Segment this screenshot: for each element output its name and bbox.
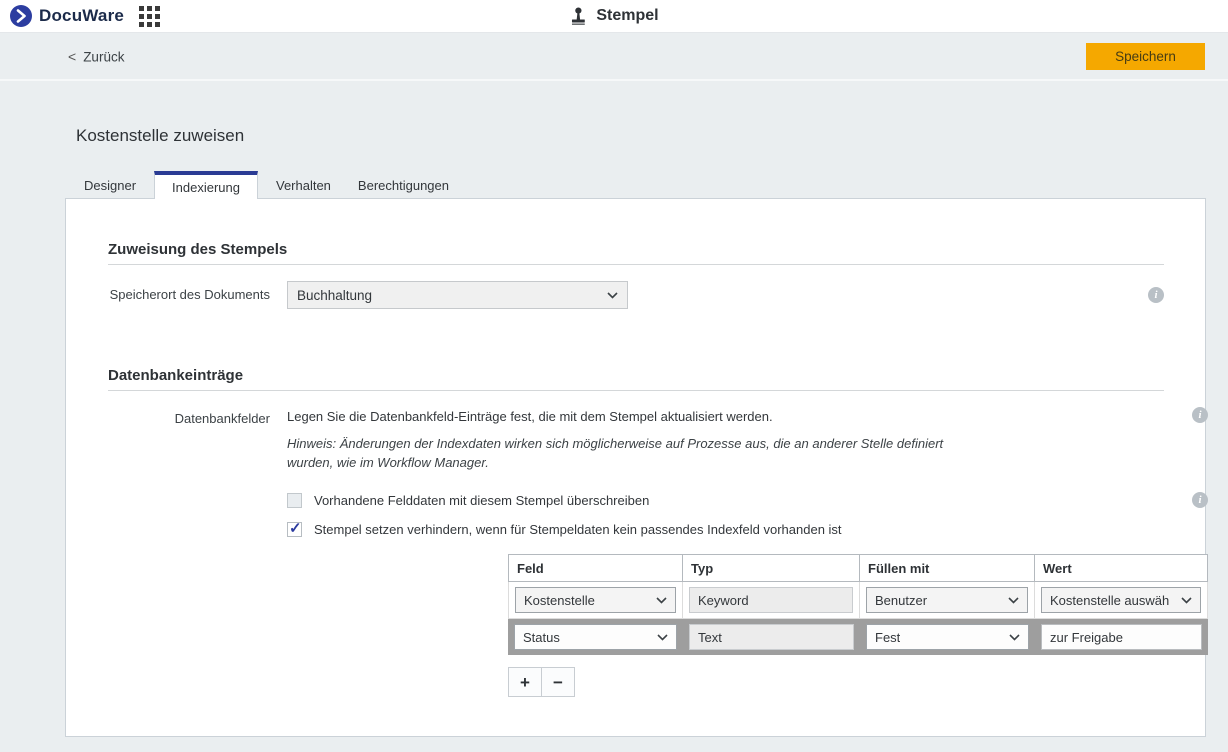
database-section-heading: Datenbankeinträge <box>108 367 1164 391</box>
overwrite-checkbox-label[interactable]: Vorhandene Felddaten mit diesem Stempel … <box>314 493 649 508</box>
module-title-text: Stempel <box>596 7 658 25</box>
overwrite-info-icon[interactable]: i <box>1192 492 1208 508</box>
module-title: Stempel <box>569 7 658 26</box>
fuellen-mit-select[interactable]: Benutzer <box>866 587 1028 613</box>
table-row-selected[interactable]: Status Text Fest <box>508 619 1208 655</box>
top-bar: DocuWare Stempel <box>0 0 1228 33</box>
overwrite-checkbox-row: Vorhandene Felddaten mit diesem Stempel … <box>287 492 1208 509</box>
stamp-icon <box>569 7 587 26</box>
app-grid-icon[interactable] <box>139 6 160 27</box>
chevron-down-icon <box>1008 597 1019 604</box>
indexierung-panel: Zuweisung des Stempels Speicherort des D… <box>65 198 1206 737</box>
checkmark-icon: ✓ <box>289 519 302 537</box>
table-header-row: Feld Typ Füllen mit Wert <box>508 554 1208 582</box>
overwrite-checkbox[interactable] <box>287 493 302 508</box>
column-header-typ: Typ <box>683 554 860 582</box>
database-fields-info-icon[interactable]: i <box>1192 407 1208 423</box>
chevron-down-icon <box>607 292 618 299</box>
table-row[interactable]: Kostenstelle Keyword Benutzer <box>508 582 1208 619</box>
add-row-button[interactable]: + <box>508 667 542 697</box>
storage-info-icon[interactable]: i <box>1148 287 1164 303</box>
database-fields-label: Datenbankfelder <box>108 405 270 697</box>
prevent-checkbox-row: ✓ Stempel setzen verhindern, wenn für St… <box>287 521 1208 538</box>
column-header-wert: Wert <box>1035 554 1208 582</box>
chevron-left-icon: < <box>68 50 76 64</box>
prevent-checkbox[interactable]: ✓ <box>287 522 302 537</box>
wert-input[interactable] <box>1041 624 1202 650</box>
database-fields-table: Feld Typ Füllen mit Wert Kostenstelle <box>508 554 1208 655</box>
chevron-down-icon <box>1009 634 1020 641</box>
column-header-feld: Feld <box>508 554 683 582</box>
tab-bar: Designer Indexierung Verhalten Berechtig… <box>65 171 458 199</box>
storage-location-label: Speicherort des Dokuments <box>108 281 270 321</box>
chevron-down-icon <box>1181 597 1192 604</box>
column-header-fuellen-mit: Füllen mit <box>860 554 1035 582</box>
remove-row-button[interactable]: − <box>541 667 575 697</box>
database-fields-hint: Hinweis: Änderungen der Indexdaten wirke… <box>287 434 959 472</box>
chevron-down-icon <box>657 634 668 641</box>
storage-location-row: Speicherort des Dokuments Buchhaltung i <box>108 281 1164 321</box>
back-button[interactable]: < Zurück <box>68 49 124 64</box>
prevent-checkbox-label[interactable]: Stempel setzen verhindern, wenn für Stem… <box>314 522 842 537</box>
chevron-down-icon <box>656 597 667 604</box>
screen: DocuWare Stempel < Zurück Speichern Kost… <box>0 0 1228 752</box>
feld-select[interactable]: Status <box>514 624 677 650</box>
tab-indexierung[interactable]: Indexierung <box>154 171 258 199</box>
page-title: Kostenstelle zuweisen <box>76 126 244 146</box>
docuware-logo[interactable]: DocuWare <box>0 5 124 27</box>
tab-verhalten[interactable]: Verhalten <box>267 172 340 199</box>
tab-berechtigungen[interactable]: Berechtigungen <box>349 172 458 199</box>
tab-designer[interactable]: Designer <box>75 172 145 199</box>
back-label: Zurück <box>83 49 124 64</box>
storage-location-value: Buchhaltung <box>297 288 372 303</box>
database-fields-row: Datenbankfelder Legen Sie die Datenbankf… <box>108 405 1164 697</box>
feld-select[interactable]: Kostenstelle <box>515 587 676 613</box>
save-button[interactable]: Speichern <box>1086 43 1205 70</box>
fuellen-mit-select[interactable]: Fest <box>866 624 1029 650</box>
checkbox-group: Vorhandene Felddaten mit diesem Stempel … <box>287 492 1208 538</box>
typ-value: Keyword <box>689 587 853 613</box>
storage-location-select[interactable]: Buchhaltung <box>287 281 628 309</box>
assignment-section-heading: Zuweisung des Stempels <box>108 241 1164 265</box>
action-toolbar: < Zurück Speichern <box>0 34 1228 81</box>
table-row-buttons: + − <box>508 667 1208 697</box>
wert-select[interactable]: Kostenstelle auswäh <box>1041 587 1201 613</box>
typ-value: Text <box>689 624 854 650</box>
brand-name: DocuWare <box>39 6 124 26</box>
docuware-logo-icon <box>10 5 32 27</box>
database-fields-description: Legen Sie die Datenbankfeld-Einträge fes… <box>287 405 1208 426</box>
